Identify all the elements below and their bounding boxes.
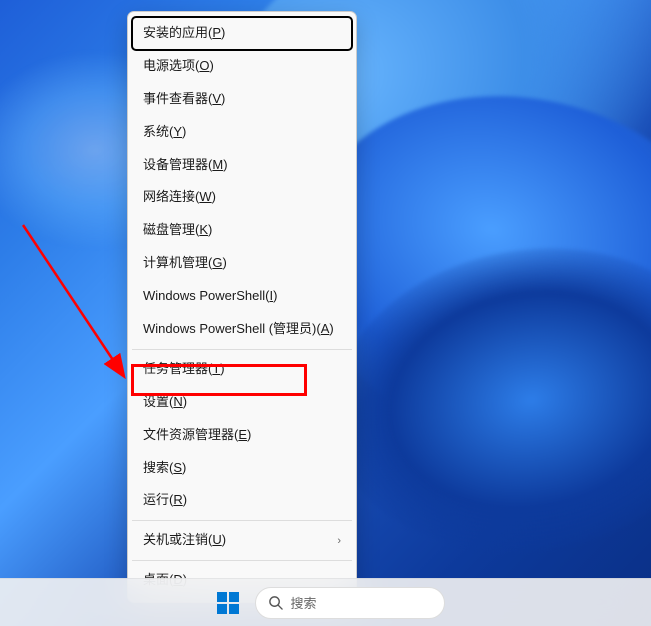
- menu-item-14[interactable]: 运行(R): [132, 484, 352, 517]
- menu-item-label: 文件资源管理器(E): [143, 427, 251, 444]
- menu-item-label: 系统(Y): [143, 124, 186, 141]
- menu-item-7[interactable]: 计算机管理(G): [132, 247, 352, 280]
- menu-item-3[interactable]: 系统(Y): [132, 116, 352, 149]
- menu-item-label: 关机或注销(U): [143, 532, 226, 549]
- menu-item-label: 电源选项(O): [143, 58, 214, 75]
- menu-item-6[interactable]: 磁盘管理(K): [132, 214, 352, 247]
- menu-item-4[interactable]: 设备管理器(M): [132, 149, 352, 182]
- menu-item-13[interactable]: 搜索(S): [132, 452, 352, 485]
- menu-item-11[interactable]: 设置(N): [132, 386, 352, 419]
- menu-item-9[interactable]: Windows PowerShell (管理员)(A): [132, 313, 352, 346]
- menu-divider: [132, 349, 352, 350]
- menu-item-2[interactable]: 事件查看器(V): [132, 83, 352, 116]
- menu-divider: [132, 520, 352, 521]
- menu-item-0[interactable]: 安装的应用(P): [131, 16, 353, 51]
- menu-divider: [132, 560, 352, 561]
- menu-item-12[interactable]: 文件资源管理器(E): [132, 419, 352, 452]
- menu-item-15[interactable]: 关机或注销(U) ›: [132, 524, 352, 557]
- menu-item-label: 安装的应用(P): [143, 25, 225, 42]
- menu-item-label: 事件查看器(V): [143, 91, 225, 108]
- menu-item-label: 磁盘管理(K): [143, 222, 212, 239]
- menu-item-label: 设置(N): [143, 394, 187, 411]
- taskbar: 搜索: [0, 578, 651, 626]
- search-placeholder: 搜索: [291, 593, 317, 612]
- menu-item-label: Windows PowerShell (管理员)(A): [143, 321, 334, 338]
- menu-item-label: 设备管理器(M): [143, 157, 228, 174]
- menu-item-label: 计算机管理(G): [143, 255, 227, 272]
- menu-item-label: 网络连接(W): [143, 189, 216, 206]
- chevron-right-icon: ›: [337, 534, 341, 548]
- menu-item-8[interactable]: Windows PowerShell(I): [132, 280, 352, 313]
- winx-context-menu: 安装的应用(P) 电源选项(O) 事件查看器(V) 系统(Y) 设备管理器(M) 网络连接…: [127, 11, 357, 603]
- menu-item-label: 运行(R): [143, 492, 187, 509]
- search-icon: [268, 595, 283, 610]
- windows-logo-icon: [217, 592, 239, 614]
- taskbar-search-box[interactable]: 搜索: [255, 587, 445, 619]
- menu-item-10[interactable]: 任务管理器(T): [132, 353, 352, 386]
- start-button[interactable]: [207, 582, 249, 624]
- menu-item-5[interactable]: 网络连接(W): [132, 181, 352, 214]
- menu-item-label: 搜索(S): [143, 460, 186, 477]
- menu-item-label: 任务管理器(T): [143, 361, 225, 378]
- menu-item-1[interactable]: 电源选项(O): [132, 50, 352, 83]
- menu-item-label: Windows PowerShell(I): [143, 288, 277, 305]
